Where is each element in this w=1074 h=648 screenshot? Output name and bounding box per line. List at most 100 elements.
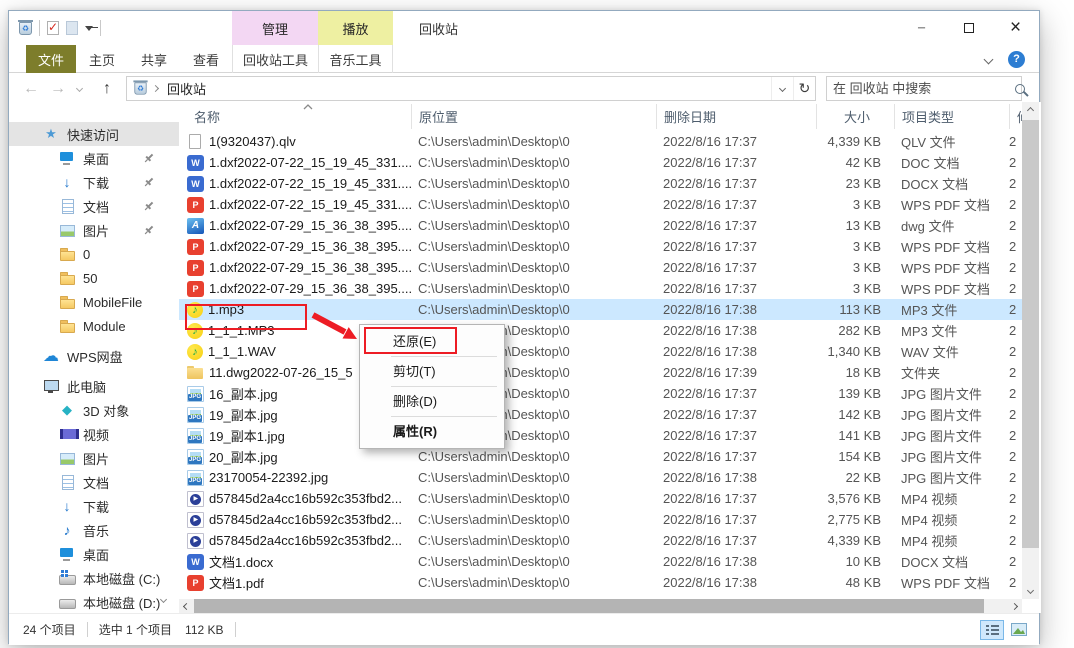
menu-item-cut[interactable]: 剪切(T) xyxy=(360,358,504,385)
file-row[interactable]: 23170054-22392.jpg C:\Users\admin\Deskto… xyxy=(179,467,1022,488)
column-header-size[interactable]: 大小 xyxy=(816,104,894,129)
quick-access-toolbar xyxy=(19,11,101,45)
vertical-scrollbar-thumb[interactable] xyxy=(1022,120,1039,548)
expand-ribbon-icon[interactable] xyxy=(984,54,994,64)
scroll-down-icon[interactable] xyxy=(1022,582,1039,599)
sidebar-item-downloads[interactable]: 下载 xyxy=(9,170,179,194)
file-row[interactable]: 1(9320437).qlv C:\Users\admin\Desktop\0 … xyxy=(179,131,1022,152)
drive-icon xyxy=(59,594,75,610)
scroll-left-icon[interactable] xyxy=(179,599,194,613)
tab-file[interactable]: 文件 xyxy=(26,45,76,73)
scroll-right-icon[interactable] xyxy=(1007,599,1022,613)
sidebar-item-desktop[interactable]: 桌面 xyxy=(9,146,179,170)
vertical-scrollbar[interactable] xyxy=(1022,102,1039,599)
file-row[interactable]: 1.dxf2022-07-29_15_36_38_395.... C:\User… xyxy=(179,278,1022,299)
file-row[interactable]: 20_副本.jpg C:\Users\admin\Desktop\0 2022/… xyxy=(179,446,1022,467)
tab-share[interactable]: 共享 xyxy=(128,45,180,73)
blank-doc-icon[interactable] xyxy=(66,21,78,35)
details-view-button[interactable] xyxy=(980,620,1004,640)
search-icon[interactable] xyxy=(1015,84,1025,94)
sidebar-item-disk-d[interactable]: 本地磁盘 (D:) xyxy=(9,590,179,613)
file-row[interactable]: 1.dxf2022-07-29_15_36_38_395.... C:\User… xyxy=(179,215,1022,236)
forward-icon[interactable] xyxy=(50,80,66,98)
scroll-up-icon[interactable] xyxy=(1022,102,1039,119)
menu-separator xyxy=(391,386,497,387)
recycle-bin-icon xyxy=(19,22,32,35)
annotation-box-file xyxy=(185,304,307,330)
sidebar-item-music[interactable]: 音乐 xyxy=(9,518,179,542)
sidebar-item-pictures-2[interactable]: 图片 xyxy=(9,446,179,470)
address-dropdown-icon[interactable] xyxy=(771,77,793,100)
horizontal-scrollbar-thumb[interactable] xyxy=(194,599,984,613)
horizontal-scrollbar[interactable] xyxy=(179,599,1022,613)
file-row[interactable]: 19_副本1.jpg C:\Users\admin\Desktop\0 2022… xyxy=(179,425,1022,446)
menu-item-properties[interactable]: 属性(R) xyxy=(360,418,504,445)
sidebar-item-downloads-2[interactable]: 下载 xyxy=(9,494,179,518)
file-row[interactable]: 1.dxf2022-07-29_15_36_38_395.... C:\User… xyxy=(179,236,1022,257)
back-icon[interactable] xyxy=(23,80,39,98)
column-header-item-type[interactable]: 项目类型 xyxy=(894,104,1009,129)
file-row[interactable]: 1.dxf2022-07-22_15_19_45_331.... C:\User… xyxy=(179,152,1022,173)
address-bar[interactable]: 回收站 xyxy=(126,76,816,101)
qat-dropdown-icon[interactable] xyxy=(85,26,93,31)
checked-doc-icon[interactable] xyxy=(47,21,59,35)
sidebar-item-folder-0[interactable]: 0 xyxy=(9,242,179,266)
sidebar-item-documents-2[interactable]: 文档 xyxy=(9,470,179,494)
thumbnails-view-button[interactable] xyxy=(1007,620,1031,640)
folder-icon xyxy=(59,246,75,262)
breadcrumb-chevron-icon[interactable] xyxy=(152,85,159,92)
close-button[interactable] xyxy=(992,11,1039,45)
document-icon xyxy=(59,198,75,214)
folder-icon xyxy=(59,294,75,310)
sidebar-item-3d-objects[interactable]: 3D 对象 xyxy=(9,398,179,422)
column-header-name[interactable]: 名称 xyxy=(179,104,411,129)
up-icon[interactable] xyxy=(103,80,111,98)
pin-icon xyxy=(143,224,155,236)
sidebar-item-disk-c[interactable]: 本地磁盘 (C:) xyxy=(9,566,179,590)
file-row[interactable]: 16_副本.jpg C:\Users\admin\Desktop\0 2022/… xyxy=(179,383,1022,404)
sidebar-item-this-pc[interactable]: 此电脑 xyxy=(9,374,179,398)
sidebar-item-documents[interactable]: 文档 xyxy=(9,194,179,218)
column-header-clipped[interactable]: 修 xyxy=(1009,104,1022,129)
item-count: 24 个项目 xyxy=(23,621,76,638)
tab-home[interactable]: 主页 xyxy=(76,45,128,73)
file-row[interactable]: d57845d2a4cc16b592c353fbd2... C:\Users\a… xyxy=(179,509,1022,530)
file-row[interactable]: 1_1_1.WAV C:\Users\admin\Desktop\0 2022/… xyxy=(179,341,1022,362)
sidebar-item-folder-50[interactable]: 50 xyxy=(9,266,179,290)
column-header-date-deleted[interactable]: 删除日期 xyxy=(656,104,816,129)
ribbon-tabs: 文件主页共享查看回收站工具音乐工具 xyxy=(26,45,393,73)
file-row[interactable]: d57845d2a4cc16b592c353fbd2... C:\Users\a… xyxy=(179,488,1022,509)
file-row[interactable]: 文档1.docx C:\Users\admin\Desktop\0 2022/8… xyxy=(179,551,1022,572)
file-row[interactable]: d57845d2a4cc16b592c353fbd2... C:\Users\a… xyxy=(179,530,1022,551)
recent-locations-icon[interactable] xyxy=(76,85,83,92)
tab-music-tools[interactable]: 音乐工具 xyxy=(318,45,393,73)
refresh-icon[interactable] xyxy=(793,77,815,100)
pdf-file-icon xyxy=(187,239,204,255)
sidebar-item-wps-cloud[interactable]: WPS网盘 xyxy=(9,344,179,368)
maximize-button[interactable] xyxy=(945,11,992,45)
column-header-location[interactable]: 原位置 xyxy=(411,104,656,129)
search-input[interactable] xyxy=(827,81,1015,96)
pictures-icon xyxy=(59,450,75,466)
file-row[interactable]: 1.dxf2022-07-29_15_36_38_395.... C:\User… xyxy=(179,257,1022,278)
minimize-button[interactable] xyxy=(898,11,945,45)
tab-view[interactable]: 查看 xyxy=(180,45,232,73)
sidebar-item-desktop-2[interactable]: 桌面 xyxy=(9,542,179,566)
file-row[interactable]: 19_副本.jpg C:\Users\admin\Desktop\0 2022/… xyxy=(179,404,1022,425)
file-row[interactable]: 1.dxf2022-07-22_15_19_45_331.... C:\User… xyxy=(179,173,1022,194)
sidebar-item-folder-module[interactable]: Module xyxy=(9,314,179,338)
cloud-icon xyxy=(43,348,59,364)
sidebar-item-folder-mobilefile[interactable]: MobileFile xyxy=(9,290,179,314)
help-icon[interactable] xyxy=(1008,51,1025,68)
tab-recycle-tools[interactable]: 回收站工具 xyxy=(232,45,318,73)
file-row[interactable]: 文档1.pdf C:\Users\admin\Desktop\0 2022/8/… xyxy=(179,572,1022,593)
menu-item-delete[interactable]: 删除(D) xyxy=(360,388,504,415)
file-row[interactable]: 11.dwg2022-07-26_15_5 C:\Users\admin\Des… xyxy=(179,362,1022,383)
breadcrumb[interactable]: 回收站 xyxy=(167,79,206,98)
sidebar-item-pictures[interactable]: 图片 xyxy=(9,218,179,242)
sidebar-item-videos[interactable]: 视频 xyxy=(9,422,179,446)
sidebar-item-quick-access[interactable]: 快速访问 xyxy=(9,122,179,146)
file-row[interactable]: 1.dxf2022-07-22_15_19_45_331.... C:\User… xyxy=(179,194,1022,215)
desktop-icon xyxy=(59,546,75,562)
jpg-file-icon xyxy=(187,386,204,402)
